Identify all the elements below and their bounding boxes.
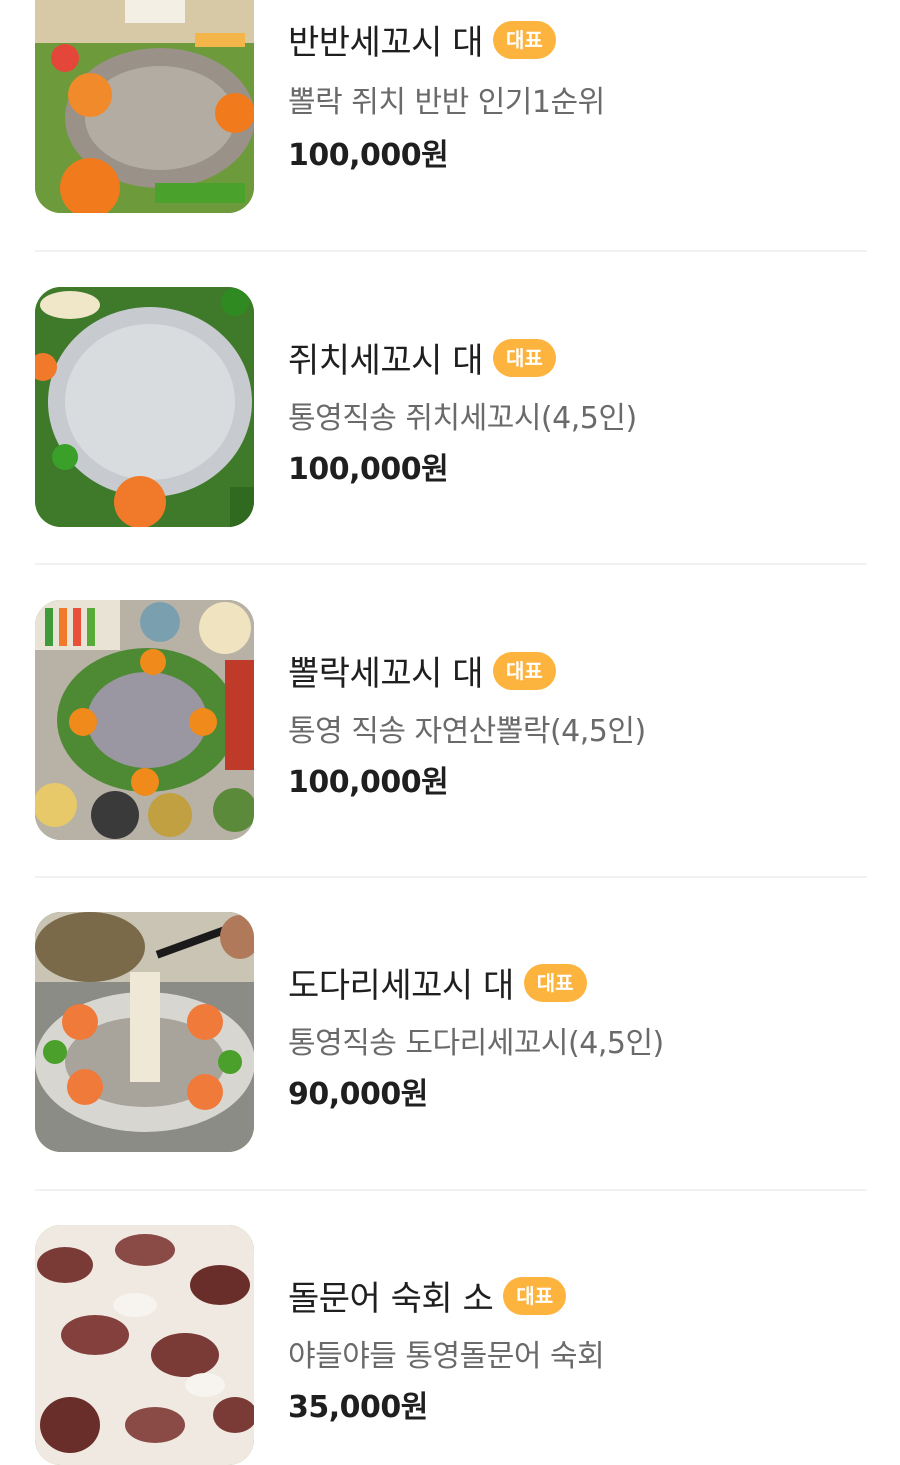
divider bbox=[35, 876, 867, 878]
featured-badge: 대표 bbox=[493, 651, 556, 690]
menu-item-description: 통영직송 도다리세꼬시(4,5인) bbox=[288, 1026, 664, 1061]
menu-item-name-row: 뽈락세꼬시 대 대표 bbox=[288, 646, 556, 695]
menu-item-description: 야들야들 통영돌문어 숙회 bbox=[288, 1339, 605, 1374]
menu-item[interactable]: 쥐치세꼬시 대 대표 통영직송 쥐치세꼬시(4,5인) 100,000원 bbox=[35, 287, 867, 527]
menu-item-photo bbox=[35, 0, 254, 213]
menu-item-price: 100,000원 bbox=[288, 765, 449, 800]
menu-item-name-row: 도다리세꼬시 대 대표 bbox=[288, 958, 587, 1007]
featured-badge: 대표 bbox=[493, 338, 556, 377]
menu-item-description: 통영 직송 자연산뽈락(4,5인) bbox=[288, 714, 646, 749]
menu-item[interactable]: 돌문어 숙회 소 대표 야들야들 통영돌문어 숙회 35,000원 bbox=[35, 1225, 867, 1465]
featured-badge: 대표 bbox=[493, 20, 556, 59]
featured-badge: 대표 bbox=[523, 963, 587, 1002]
menu-item-photo bbox=[35, 287, 254, 527]
menu-item-name-row: 쥐치세꼬시 대 대표 bbox=[288, 333, 556, 382]
menu-item[interactable]: 도다리세꼬시 대 대표 통영직송 도다리세꼬시(4,5인) 90,000원 bbox=[35, 912, 867, 1152]
menu-item-name-row: 돌문어 숙회 소 대표 bbox=[288, 1271, 567, 1320]
divider bbox=[35, 250, 867, 252]
divider bbox=[35, 563, 867, 565]
menu-item-name: 쥐치세꼬시 대 bbox=[288, 341, 484, 381]
menu-item-description: 통영직송 쥐치세꼬시(4,5인) bbox=[288, 401, 637, 436]
menu-item-photo bbox=[35, 1225, 254, 1465]
menu-item-photo bbox=[35, 600, 254, 840]
menu-item[interactable]: 반반세꼬시 대 대표 뽈락 쥐치 반반 인기1순위 100,000원 bbox=[35, 0, 867, 213]
menu-item-photo bbox=[35, 912, 254, 1152]
menu-item-name: 뽈락세꼬시 대 bbox=[288, 654, 484, 694]
menu-item-price: 35,000원 bbox=[288, 1390, 428, 1425]
divider bbox=[35, 1189, 867, 1191]
featured-badge: 대표 bbox=[503, 1276, 567, 1315]
menu-item-name-row: 반반세꼬시 대 대표 bbox=[288, 15, 556, 64]
menu-item[interactable]: 뽈락세꼬시 대 대표 통영 직송 자연산뽈락(4,5인) 100,000원 bbox=[35, 600, 867, 840]
menu-item-name: 돌문어 숙회 소 bbox=[288, 1279, 494, 1319]
menu-item-price: 90,000원 bbox=[288, 1077, 428, 1112]
menu-item-name: 반반세꼬시 대 bbox=[288, 23, 484, 63]
menu-list: 반반세꼬시 대 대표 뽈락 쥐치 반반 인기1순위 100,000원 쥐치세꼬시… bbox=[0, 0, 900, 1465]
menu-item-price: 100,000원 bbox=[288, 138, 449, 173]
menu-item-name: 도다리세꼬시 대 bbox=[288, 966, 514, 1006]
menu-item-description: 뽈락 쥐치 반반 인기1순위 bbox=[288, 85, 605, 120]
menu-item-price: 100,000원 bbox=[288, 452, 449, 487]
